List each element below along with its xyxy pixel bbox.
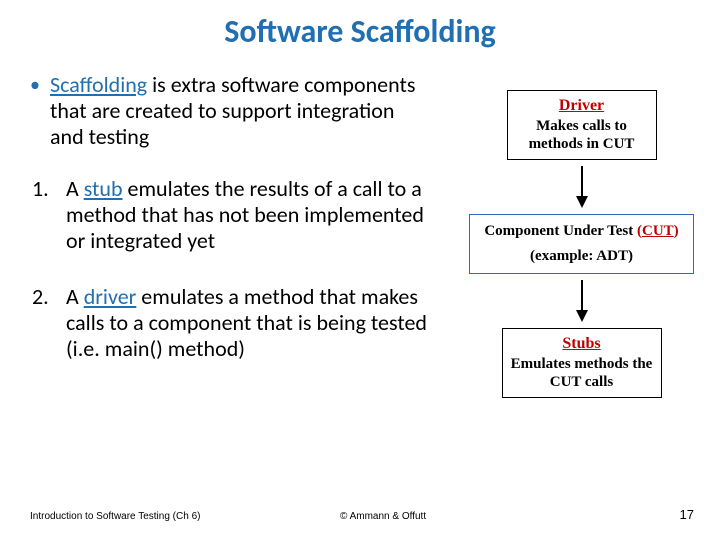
number-marker-2: 2.	[32, 284, 66, 362]
numbered-text-2: A driver emulates a method that makes ca…	[66, 284, 430, 362]
cut-paren-close: )	[674, 223, 679, 239]
stubs-box: Stubs Emulates methods the CUT calls	[502, 328, 662, 398]
body-content: • Scaffolding is extra software componen…	[30, 72, 430, 362]
item2-pre: A	[66, 283, 84, 310]
numbered-item-2: 2. A driver emulates a method that makes…	[32, 284, 430, 362]
arrow-down-icon	[572, 280, 592, 322]
item2-accent: driver	[84, 283, 137, 310]
bullet-intro: • Scaffolding is extra software componen…	[30, 72, 430, 150]
slide: Software Scaffolding • Scaffolding is ex…	[0, 0, 720, 540]
stubs-title: Stubs	[507, 335, 657, 353]
diagram: Driver Makes calls to methods in CUT Com…	[469, 90, 694, 398]
driver-title: Driver	[512, 97, 652, 115]
slide-title: Software Scaffolding	[0, 0, 720, 51]
numbered-item-1: 1. A stub emulates the results of a call…	[32, 176, 430, 254]
bullet-intro-accent: Scaffolding	[50, 71, 147, 98]
item1-accent: stub	[84, 175, 123, 202]
footer-mid: © Ammann & Offutt	[340, 511, 426, 522]
cut-text-a: Component Under Test	[484, 223, 637, 239]
cut-line1: Component Under Test (CUT)	[474, 223, 689, 240]
bullet-marker: •	[30, 72, 40, 150]
footer-left: Introduction to Software Testing (Ch 6)	[30, 511, 200, 522]
bullet-intro-text: Scaffolding is extra software components…	[50, 72, 430, 150]
slide-number: 17	[680, 507, 694, 522]
driver-box: Driver Makes calls to methods in CUT	[507, 90, 657, 160]
numbered-text-1: A stub emulates the results of a call to…	[66, 176, 430, 254]
cut-box: Component Under Test (CUT) (example: ADT…	[469, 214, 694, 274]
number-marker-1: 1.	[32, 176, 66, 254]
driver-subtitle: Makes calls to methods in CUT	[512, 117, 652, 153]
item1-pre: A	[66, 175, 84, 202]
stubs-subtitle: Emulates methods the CUT calls	[507, 355, 657, 391]
cut-line2: (example: ADT)	[474, 248, 689, 265]
cut-acronym: CUT	[642, 223, 674, 239]
arrow-down-icon	[572, 166, 592, 208]
